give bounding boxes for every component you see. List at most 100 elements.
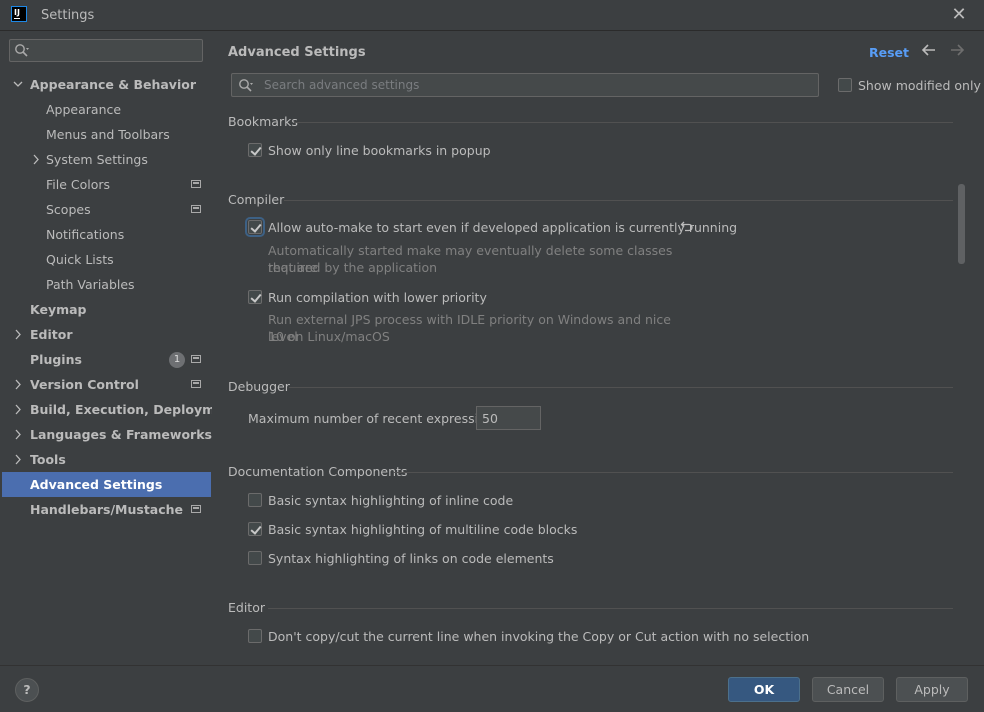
sidebar-item-label: Scopes (46, 202, 91, 217)
checkbox[interactable] (248, 493, 262, 507)
project-level-icon (191, 355, 201, 363)
settings-tree: Appearance & Behavior Appearance Menus a… (0, 72, 238, 522)
project-level-icon (191, 205, 201, 213)
chevron-right-icon[interactable] (13, 422, 25, 447)
checkbox[interactable] (838, 78, 852, 92)
sidebar-item-label: Handlebars/Mustache (30, 502, 184, 517)
sidebar-item-label: Advanced Settings (30, 477, 163, 492)
sidebar-item-system-settings[interactable]: System Settings (0, 147, 212, 172)
sidebar-item-menus-toolbars[interactable]: Menus and Toolbars (0, 122, 212, 147)
checkbox-label: Show only line bookmarks in popup (268, 143, 491, 158)
checkbox[interactable] (248, 551, 262, 565)
search-icon (239, 79, 253, 92)
separator (289, 387, 953, 388)
vertical-scrollbar[interactable] (958, 184, 965, 264)
update-count-badge: 1 (169, 352, 185, 368)
checkbox-label: Don't copy/cut the current line when inv… (268, 629, 810, 644)
sidebar-item-label: Plugins (30, 352, 82, 367)
title-bar: IJ Settings ✕ (0, 0, 984, 31)
arrow-left-icon[interactable] (920, 41, 938, 59)
checkbox[interactable] (248, 629, 262, 643)
sidebar-item-label: System Settings (46, 152, 148, 167)
section-title-compiler: Compiler (228, 192, 285, 207)
chevron-right-icon[interactable] (13, 372, 25, 397)
section-title-bookmarks: Bookmarks (228, 114, 298, 129)
sidebar: Appearance & Behavior Appearance Menus a… (0, 31, 238, 665)
chevron-right-icon[interactable] (13, 447, 25, 472)
chevron-right-icon[interactable] (31, 147, 43, 172)
sidebar-item-label: Quick Lists (46, 252, 114, 267)
sidebar-item-label: Languages & Frameworks (30, 427, 212, 442)
sidebar-item-label: Menus and Toolbars (46, 127, 170, 142)
sidebar-search-input[interactable] (9, 39, 203, 62)
checkbox[interactable] (248, 290, 262, 304)
chevron-down-icon[interactable] (13, 72, 25, 97)
separator (394, 472, 953, 473)
cancel-button[interactable]: Cancel (812, 677, 884, 702)
sidebar-item-label: Notifications (46, 227, 125, 242)
undo-icon[interactable] (680, 219, 694, 237)
sidebar-item-plugins[interactable]: Plugins 1 (0, 347, 212, 372)
section-title-debugger: Debugger (228, 379, 290, 394)
window-title: Settings (41, 8, 95, 23)
checkbox-label: Show modified only (858, 78, 981, 93)
sidebar-item-handlebars-mustache[interactable]: Handlebars/Mustache (0, 497, 212, 522)
settings-scroll-area[interactable]: Bookmarks Show only line bookmarks in po… (212, 107, 984, 665)
sidebar-item-notifications[interactable]: Notifications (0, 222, 212, 247)
help-button[interactable]: ? (15, 678, 39, 702)
checkbox-label: Basic syntax highlighting of inline code (268, 493, 514, 508)
max-expressions-input[interactable] (476, 406, 541, 430)
sidebar-item-label: Path Variables (46, 277, 135, 292)
close-icon[interactable]: ✕ (948, 4, 970, 26)
chevron-right-icon[interactable] (13, 322, 25, 347)
arrow-right-icon[interactable] (948, 41, 966, 59)
sidebar-item-build-execution-deployment[interactable]: Build, Execution, Deployment (0, 397, 238, 422)
project-level-icon (191, 180, 201, 188)
option-description: required by the application (268, 260, 438, 275)
separator (294, 122, 953, 123)
separator (268, 608, 953, 609)
page-title: Advanced Settings (228, 45, 366, 60)
ok-button[interactable]: OK (728, 677, 800, 702)
advanced-search-field[interactable] (231, 73, 819, 97)
sidebar-item-file-colors[interactable]: File Colors (0, 172, 212, 197)
sidebar-item-label: Keymap (30, 302, 87, 317)
chevron-right-icon[interactable] (13, 397, 25, 422)
separator (284, 200, 953, 201)
sidebar-item-keymap[interactable]: Keymap (0, 297, 212, 322)
search-icon (15, 44, 29, 57)
checkbox-label: Allow auto-make to start even if develop… (268, 220, 738, 235)
sidebar-item-label: Tools (30, 452, 66, 467)
section-title-documentation-components: Documentation Components (228, 464, 408, 479)
sidebar-item-quick-lists[interactable]: Quick Lists (0, 247, 212, 272)
checkbox-label: Run compilation with lower priority (268, 290, 487, 305)
advanced-settings-panel: Advanced Settings Reset Show modified on… (212, 31, 984, 665)
apply-button[interactable]: Apply (896, 677, 968, 702)
logo-text: IJ (14, 8, 20, 17)
intellij-logo-icon: IJ (11, 6, 27, 22)
sidebar-item-tools[interactable]: Tools (0, 447, 212, 472)
reset-link[interactable]: Reset (869, 45, 909, 60)
checkbox[interactable] (248, 143, 262, 157)
section-title-editor: Editor (228, 600, 265, 615)
checkbox[interactable] (245, 217, 265, 237)
sidebar-item-label: Appearance & Behavior (30, 77, 196, 92)
sidebar-item-editor[interactable]: Editor (0, 322, 212, 347)
advanced-search-input[interactable] (262, 76, 812, 94)
project-level-icon (191, 380, 201, 388)
sidebar-item-languages-frameworks[interactable]: Languages & Frameworks (0, 422, 212, 447)
sidebar-item-version-control[interactable]: Version Control (0, 372, 212, 397)
sidebar-item-appearance[interactable]: Appearance (0, 97, 212, 122)
sidebar-item-label: Appearance (46, 102, 122, 117)
max-expressions-label: Maximum number of recent expressions: (248, 411, 505, 426)
option-description: 10 on Linux/macOS (268, 329, 390, 344)
checkbox[interactable] (248, 522, 262, 536)
project-level-icon (191, 505, 201, 513)
sidebar-item-label: File Colors (46, 177, 111, 192)
dialog-footer: ? OK Cancel Apply (0, 665, 984, 712)
sidebar-item-advanced-settings[interactable]: Advanced Settings (2, 472, 211, 497)
sidebar-item-appearance-behavior[interactable]: Appearance & Behavior (0, 72, 212, 97)
sidebar-item-path-variables[interactable]: Path Variables (0, 272, 212, 297)
sidebar-item-scopes[interactable]: Scopes (0, 197, 212, 222)
sidebar-item-label: Editor (30, 327, 73, 342)
